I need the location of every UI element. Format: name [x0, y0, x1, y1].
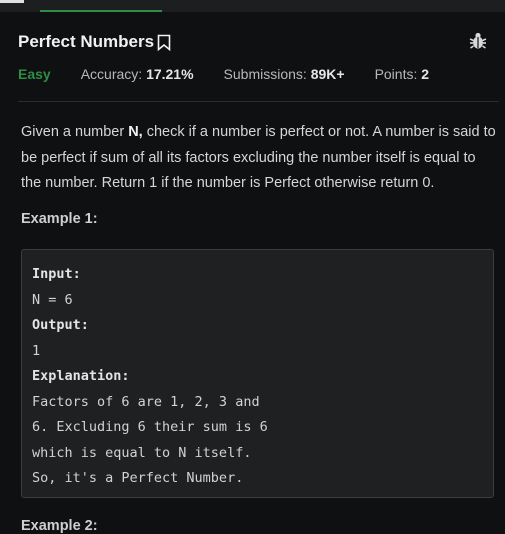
problem-meta: Easy Accuracy: 17.21% Submissions: 89K+ … — [18, 66, 459, 82]
problem-header: Perfect Numbers — [18, 30, 487, 54]
output-value: 1 — [32, 342, 41, 359]
problem-title: Perfect Numbers — [18, 32, 155, 51]
header-divider — [18, 101, 499, 102]
difficulty-badge: Easy — [18, 66, 51, 82]
points-label: Points: — [374, 66, 418, 82]
points-value: 2 — [421, 66, 430, 82]
bookmark-icon[interactable] — [157, 33, 173, 51]
output-label: Output: — [32, 317, 89, 333]
menu-indicator — [0, 0, 24, 3]
example-1-title: Example 1: — [21, 211, 98, 227]
description-bold-n: N, — [128, 124, 143, 140]
active-tab-indicator — [40, 10, 162, 12]
submissions-value: 89K+ — [310, 66, 345, 82]
description-text-1: Given a number — [21, 124, 129, 140]
submissions-label: Submissions: — [223, 66, 307, 82]
accuracy: Accuracy: 17.21% — [81, 66, 194, 82]
points: Points: 2 — [375, 66, 430, 82]
accuracy-label: Accuracy: — [80, 66, 143, 82]
example-1-box: Input: N = 6 Output: 1 Explanation: Fact… — [21, 249, 494, 498]
explanation-text: Factors of 6 are 1, 2, 3 and 6. Excludin… — [32, 393, 268, 487]
submissions: Submissions: 89K+ — [224, 66, 345, 82]
problem-description: Given a number N, check if a number is p… — [21, 120, 499, 197]
bug-icon[interactable] — [469, 31, 487, 51]
top-tab-bar — [0, 0, 505, 12]
example-2-title: Example 2: — [21, 518, 98, 534]
input-label: Input: — [32, 266, 81, 282]
explanation-label: Explanation: — [32, 368, 130, 384]
input-value: N = 6 — [32, 291, 73, 308]
accuracy-value: 17.21% — [146, 66, 194, 82]
